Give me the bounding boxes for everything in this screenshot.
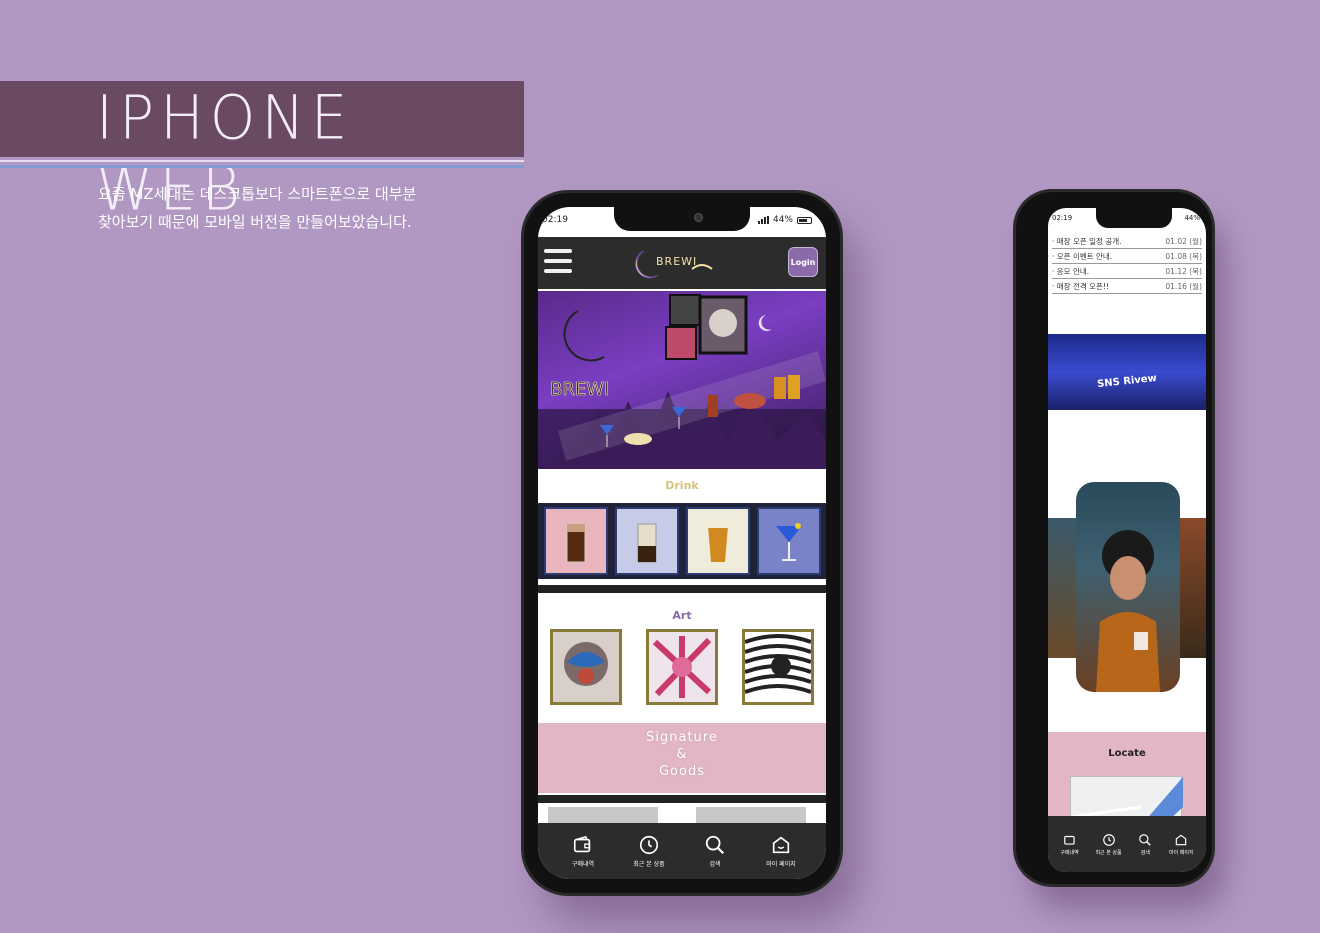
iced-coffee-icon: [566, 523, 585, 563]
drink-tile-blue-cocktail[interactable]: [756, 507, 821, 575]
drink-strip: [538, 503, 826, 579]
art-tile-portrait[interactable]: [550, 629, 622, 705]
notice-date: 01.02 (월): [1165, 236, 1202, 246]
signature-line-3: Goods: [658, 764, 705, 779]
notice-title: · 오픈 이벤트 안내.: [1052, 251, 1113, 261]
title-banner: IPHONE WEB: [0, 81, 524, 224]
description: 요즘 MZ세대는 데스크톱보다 스마트폰으로 대부분 찾아보기 때문에 모바일 …: [98, 180, 416, 236]
art-section: Art: [538, 601, 826, 727]
art-abstract-image: [649, 632, 715, 702]
bubble-tea-icon: [637, 523, 656, 563]
notice-date: 01.12 (목): [1165, 266, 1202, 276]
battery-percent: 44%: [1184, 214, 1200, 222]
review-photo: [1096, 530, 1160, 692]
notice-date: 01.16 (월): [1165, 281, 1202, 291]
art-row: [538, 629, 826, 705]
hero-banner[interactable]: BREWI: [538, 291, 826, 469]
tab-recently-viewed[interactable]: 최근 본 상품: [1095, 833, 1122, 856]
description-line-1: 요즘 MZ세대는 데스크톱보다 스마트폰으로 대부분: [98, 185, 417, 203]
notice-title: · 매장 전격 오픈!!: [1052, 281, 1109, 291]
drink-title: Drink: [665, 479, 699, 492]
tab-label: 구매내역: [571, 861, 595, 868]
hero-artwork: BREWI: [538, 294, 826, 469]
tab-recently-viewed[interactable]: 최근 본 상품: [619, 834, 679, 868]
signature-goods-banner[interactable]: Signature & Goods: [538, 723, 826, 793]
tab-label: 검색: [1140, 849, 1150, 856]
art-portrait-image: [553, 632, 619, 702]
divider-accent: [0, 165, 524, 168]
search-icon: [705, 835, 725, 855]
notice-item[interactable]: · 매장 전격 오픈!! 01.16 (월): [1052, 279, 1202, 294]
tab-label: 구매내역: [1060, 849, 1079, 856]
art-tile-stripes[interactable]: [742, 629, 814, 705]
app-header: BREWI Login: [538, 237, 826, 289]
tab-label: 최근 본 상품: [1095, 849, 1122, 856]
home-icon: [1176, 834, 1187, 845]
locate-title: Locate: [1108, 748, 1146, 759]
art-tile-abstract[interactable]: [646, 629, 718, 705]
notice-item[interactable]: · 오픈 이벤트 안내. 01.08 (목): [1052, 249, 1202, 264]
iphone-side: 02:19 44% · 매장 오픈 일정 공개. 01.02 (월) · 오픈 …: [1016, 192, 1212, 884]
wallet-icon: [573, 835, 591, 853]
art-title: Art: [672, 609, 692, 622]
notice-item[interactable]: · 매장 오픈 일정 공개. 01.02 (월): [1052, 234, 1202, 249]
brand-logo-text: BREWI: [656, 255, 698, 268]
battery-icon: [797, 216, 812, 224]
tab-search[interactable]: 검색: [685, 834, 745, 868]
notice-date: 01.08 (목): [1165, 251, 1202, 261]
bottom-tab-bar: 구매내역 최근 본 상품 검색 마이 페이지: [1048, 816, 1206, 872]
battery-percent: 44%: [772, 215, 793, 225]
sns-title: SNS Rivew: [1096, 372, 1158, 391]
review-photo-card[interactable]: [1076, 482, 1180, 692]
blue-cocktail-icon: [775, 523, 802, 561]
login-button[interactable]: Login: [788, 247, 818, 277]
phone-screen-side: 02:19 44% · 매장 오픈 일정 공개. 01.02 (월) · 오픈 …: [1048, 208, 1206, 872]
tab-purchase-history[interactable]: 구매내역: [553, 834, 613, 868]
drink-tile-iced-coffee[interactable]: [543, 507, 608, 575]
tab-purchase-history[interactable]: 구매내역: [1060, 833, 1079, 856]
clock-icon: [1102, 833, 1115, 846]
tab-label: 검색: [709, 861, 721, 868]
drink-tile-bubble-tea[interactable]: [614, 507, 679, 575]
beer-icon: [707, 522, 728, 562]
signal-icon: [757, 216, 769, 224]
section-divider: [538, 795, 826, 803]
camera: [694, 213, 703, 222]
wallet-icon: [1063, 835, 1075, 845]
notch: [1096, 208, 1172, 228]
notch: [614, 207, 750, 231]
search-icon: [1139, 833, 1152, 846]
tab-label: 마이 페이지: [766, 861, 796, 868]
art-stripes-image: [745, 632, 811, 702]
signature-line-1: Signature: [646, 730, 718, 745]
carousel-prev-photo[interactable]: [1048, 518, 1078, 658]
section-divider: [538, 585, 826, 593]
menu-icon[interactable]: [544, 249, 572, 273]
svg-text:BREWI: BREWI: [550, 379, 609, 400]
notice-title: · 응모 안내.: [1052, 266, 1090, 276]
notice-item[interactable]: · 응모 안내. 01.12 (목): [1052, 264, 1202, 279]
signature-title: Signature & Goods: [538, 729, 826, 780]
status-time: 02:19: [1052, 214, 1073, 222]
tab-my-page[interactable]: 마이 페이지: [1169, 833, 1194, 856]
drink-section: Drink: [538, 471, 826, 599]
notice-title: · 매장 오픈 일정 공개.: [1052, 236, 1122, 246]
drink-tile-beer[interactable]: [685, 507, 750, 575]
carousel-next-photo[interactable]: [1180, 518, 1206, 658]
notice-list: · 매장 오픈 일정 공개. 01.02 (월) · 오픈 이벤트 안내. 01…: [1052, 234, 1202, 294]
bottom-tab-bar: 구매내역 최근 본 상품 검색 마이 페이지: [538, 823, 826, 879]
tab-label: 마이 페이지: [1169, 849, 1194, 856]
signature-line-2: &: [676, 747, 688, 762]
sns-review-banner[interactable]: SNS Rivew: [1048, 334, 1206, 410]
divider: [0, 160, 524, 162]
phone-screen: 02:19 44% BREWI Login BREWI Drink Art Si…: [538, 207, 826, 879]
tab-search[interactable]: 검색: [1138, 833, 1152, 856]
clock-icon: [639, 835, 659, 855]
tab-my-page[interactable]: 마이 페이지: [751, 834, 811, 868]
home-icon: [772, 836, 790, 854]
tab-label: 최근 본 상품: [633, 861, 665, 868]
description-line-2: 찾아보기 때문에 모바일 버전을 만들어보았습니다.: [98, 213, 412, 231]
iphone-front: 02:19 44% BREWI Login BREWI Drink Art Si…: [524, 193, 840, 893]
status-time: 02:19: [542, 215, 568, 225]
